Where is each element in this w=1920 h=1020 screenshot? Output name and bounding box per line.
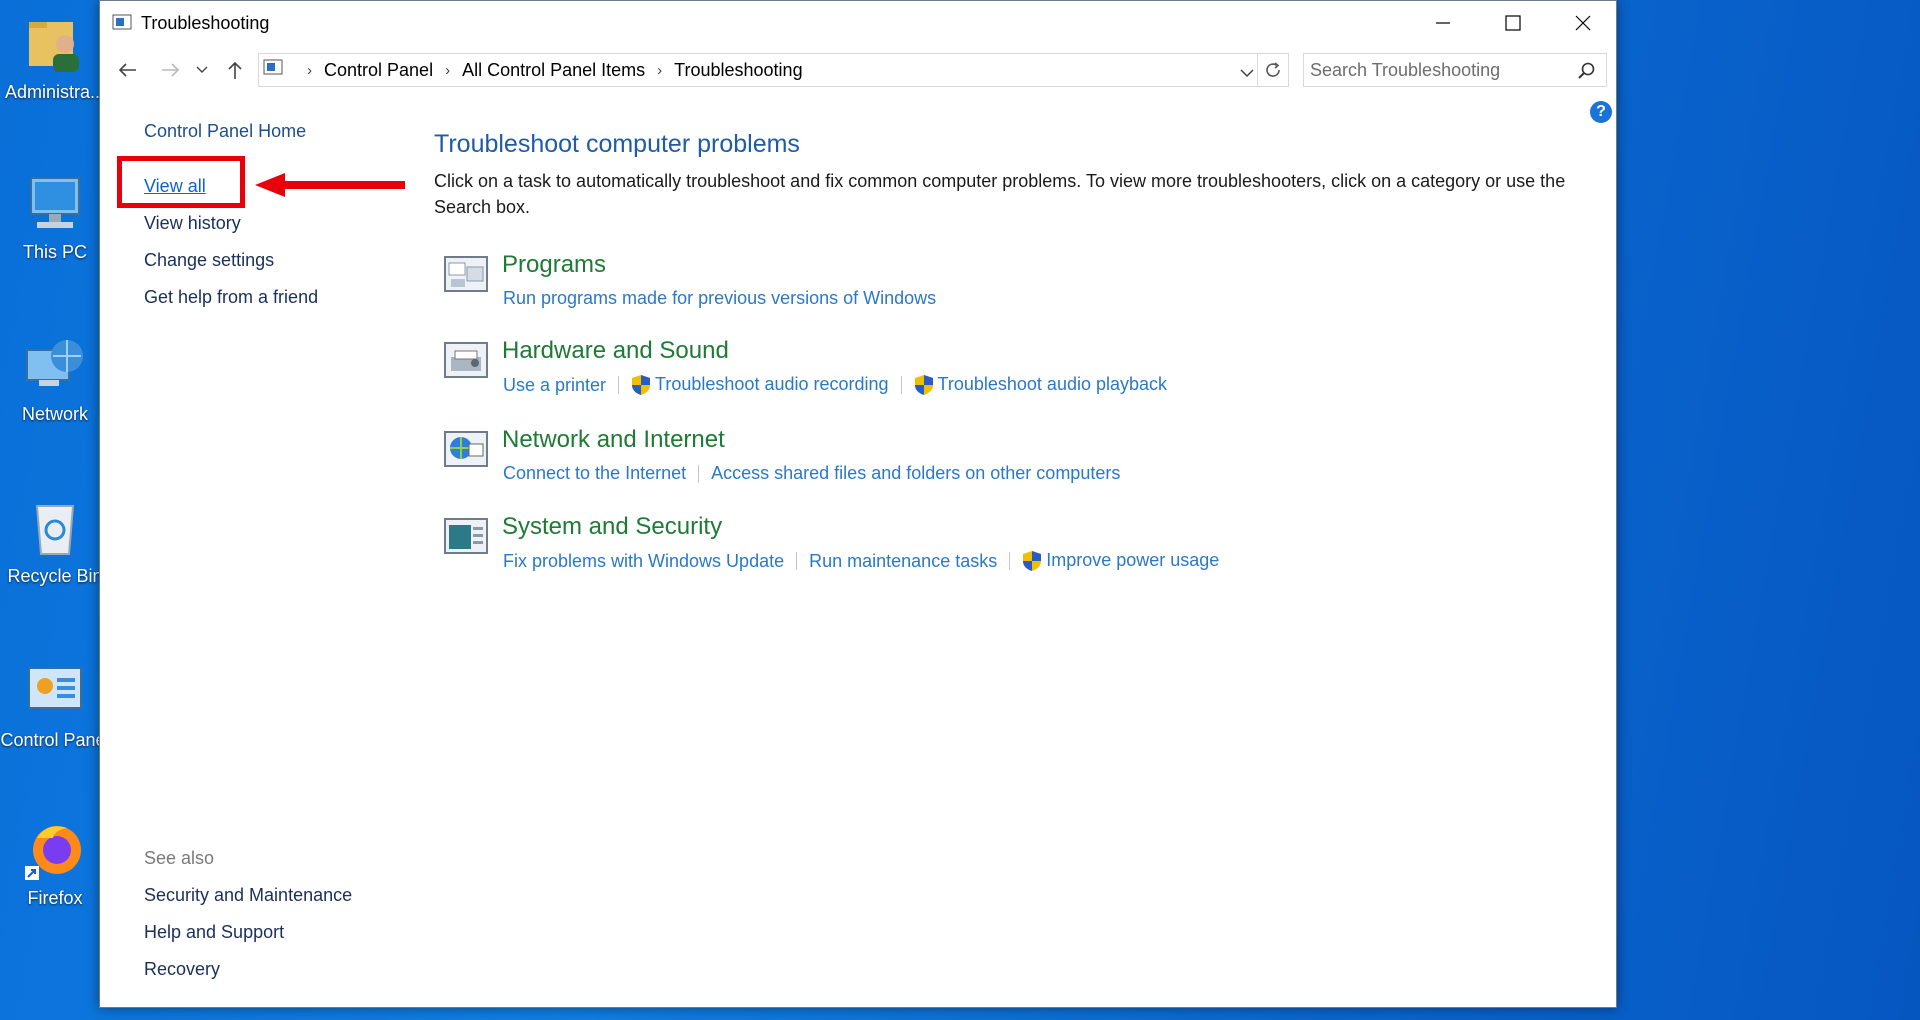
- search-placeholder: Search Troubleshooting: [1310, 59, 1501, 80]
- up-button[interactable]: [220, 53, 250, 87]
- breadcrumb-all-items[interactable]: All Control Panel Items: [462, 60, 645, 81]
- troubleshoot-audio-recording-link[interactable]: Troubleshoot audio recording: [631, 374, 889, 396]
- search-input[interactable]: Search Troubleshooting: [1303, 53, 1607, 87]
- address-bar[interactable]: › Control Panel › All Control Panel Item…: [258, 53, 1289, 87]
- view-all-highlight-box: [117, 156, 245, 208]
- maximize-icon: [1505, 15, 1521, 31]
- desktop-icon-this-pc[interactable]: This PC: [0, 172, 110, 263]
- connect-to-internet-link[interactable]: Connect to the Internet: [503, 463, 686, 484]
- help-icon[interactable]: ?: [1590, 101, 1612, 123]
- close-button[interactable]: [1548, 1, 1618, 45]
- minimize-button[interactable]: [1408, 1, 1478, 45]
- maximize-button[interactable]: [1478, 1, 1548, 45]
- back-button[interactable]: [112, 53, 142, 87]
- recovery-link[interactable]: Recovery: [144, 959, 220, 980]
- uac-shield-icon: [914, 375, 933, 396]
- close-icon: [1575, 15, 1591, 31]
- category-name[interactable]: Network and Internet: [502, 426, 725, 454]
- search-icon[interactable]: [1578, 62, 1596, 85]
- refresh-icon: [1266, 62, 1280, 77]
- troubleshoot-audio-playback-link[interactable]: Troubleshoot audio playback: [914, 374, 1167, 396]
- control-panel-location-icon: [263, 59, 283, 82]
- run-older-programs-link[interactable]: Run programs made for previous versions …: [503, 288, 936, 309]
- computer-icon: [23, 172, 87, 236]
- annotation-arrow-icon: [255, 173, 405, 197]
- link-divider: [698, 464, 700, 483]
- desktop-icon-label: Network: [21, 404, 88, 424]
- control-panel-icon: [23, 660, 87, 724]
- arrow-left-icon: [118, 63, 136, 77]
- link-divider: [796, 552, 798, 571]
- category-links: Use a printer Troubleshoot audio recordi…: [503, 374, 1167, 396]
- breadcrumb-chevron-icon: ›: [657, 61, 663, 79]
- desktop-icon-administrator[interactable]: Administra...: [0, 12, 110, 103]
- run-maintenance-tasks-link[interactable]: Run maintenance tasks: [809, 551, 997, 572]
- desktop-icon-network[interactable]: Network: [0, 334, 110, 425]
- category-name[interactable]: Programs: [502, 251, 606, 279]
- recycle-bin-icon: [23, 496, 87, 560]
- category-name[interactable]: System and Security: [502, 513, 722, 541]
- breadcrumb-troubleshooting[interactable]: Troubleshooting: [674, 60, 802, 81]
- chevron-down-icon: [196, 66, 208, 73]
- link-divider: [1009, 552, 1011, 571]
- network-globe-icon: [23, 334, 87, 398]
- minimize-icon: [1436, 22, 1450, 24]
- see-also-heading: See also: [144, 848, 215, 868]
- category-links: Run programs made for previous versions …: [503, 288, 936, 309]
- uac-shield-icon: [632, 375, 651, 396]
- navigation-bar: › Control Panel › All Control Panel Item…: [100, 53, 1616, 87]
- page-title: Troubleshoot computer problems: [434, 130, 800, 158]
- view-history-link[interactable]: View history: [144, 213, 241, 234]
- troubleshoot-audio-recording-label: Troubleshoot audio recording: [655, 374, 889, 394]
- desktop-icon-label: Firefox: [27, 888, 83, 908]
- category-name[interactable]: Hardware and Sound: [502, 337, 729, 365]
- desktop-icon-label: Control Panel: [0, 730, 110, 750]
- title-bar[interactable]: Troubleshooting: [100, 1, 1616, 45]
- network-internet-icon: [443, 430, 489, 470]
- troubleshooting-app-icon: [112, 14, 132, 32]
- control-panel-home-link[interactable]: Control Panel Home: [144, 121, 306, 142]
- breadcrumb-chevron-icon: ›: [307, 61, 312, 79]
- category-links: Connect to the Internet Access shared fi…: [503, 463, 1120, 484]
- troubleshooting-window: Troubleshooting › Control Panel › All Co…: [99, 0, 1617, 1008]
- fix-windows-update-link[interactable]: Fix problems with Windows Update: [503, 551, 784, 572]
- desktop-icon-firefox[interactable]: Firefox: [0, 818, 110, 909]
- use-a-printer-link[interactable]: Use a printer: [503, 375, 606, 396]
- improve-power-usage-link[interactable]: Improve power usage: [1022, 550, 1219, 572]
- refresh-button[interactable]: [1257, 54, 1288, 86]
- desktop-icon-label: Recycle Bin: [7, 566, 103, 586]
- desktop-icon-label: Administra...: [4, 82, 106, 102]
- help-support-link[interactable]: Help and Support: [144, 922, 284, 943]
- address-dropdown-button[interactable]: [1240, 62, 1254, 83]
- desktop-icon-control-panel[interactable]: Control Panel: [0, 660, 110, 751]
- window-title: Troubleshooting: [141, 12, 270, 33]
- arrow-up-icon: [228, 61, 242, 79]
- recent-locations-button[interactable]: [192, 53, 212, 87]
- forward-button[interactable]: [156, 53, 186, 87]
- firefox-icon: [23, 818, 87, 882]
- category-links: Fix problems with Windows Update Run mai…: [503, 550, 1219, 572]
- desktop-icon-label: This PC: [22, 242, 87, 262]
- chevron-down-icon: [1240, 69, 1254, 78]
- uac-shield-icon: [1023, 551, 1042, 572]
- breadcrumb-control-panel[interactable]: Control Panel: [324, 60, 433, 81]
- troubleshoot-audio-playback-label: Troubleshoot audio playback: [937, 374, 1168, 394]
- security-maintenance-link[interactable]: Security and Maintenance: [144, 885, 352, 906]
- get-help-from-friend-link[interactable]: Get help from a friend: [144, 287, 318, 308]
- page-description: Click on a task to automatically trouble…: [434, 171, 1566, 217]
- desktop-icon-recycle-bin[interactable]: Recycle Bin: [0, 496, 110, 587]
- hardware-sound-icon: [443, 341, 489, 381]
- change-settings-link[interactable]: Change settings: [144, 250, 274, 271]
- system-security-icon: [443, 517, 489, 557]
- programs-icon: [443, 255, 489, 295]
- link-divider: [900, 376, 902, 395]
- improve-power-usage-label: Improve power usage: [1046, 550, 1220, 570]
- link-divider: [618, 376, 620, 395]
- breadcrumb-chevron-icon: ›: [445, 61, 451, 79]
- user-folder-icon: [23, 12, 87, 76]
- arrow-right-icon: [162, 63, 180, 77]
- access-shared-files-link[interactable]: Access shared files and folders on other…: [711, 463, 1120, 484]
